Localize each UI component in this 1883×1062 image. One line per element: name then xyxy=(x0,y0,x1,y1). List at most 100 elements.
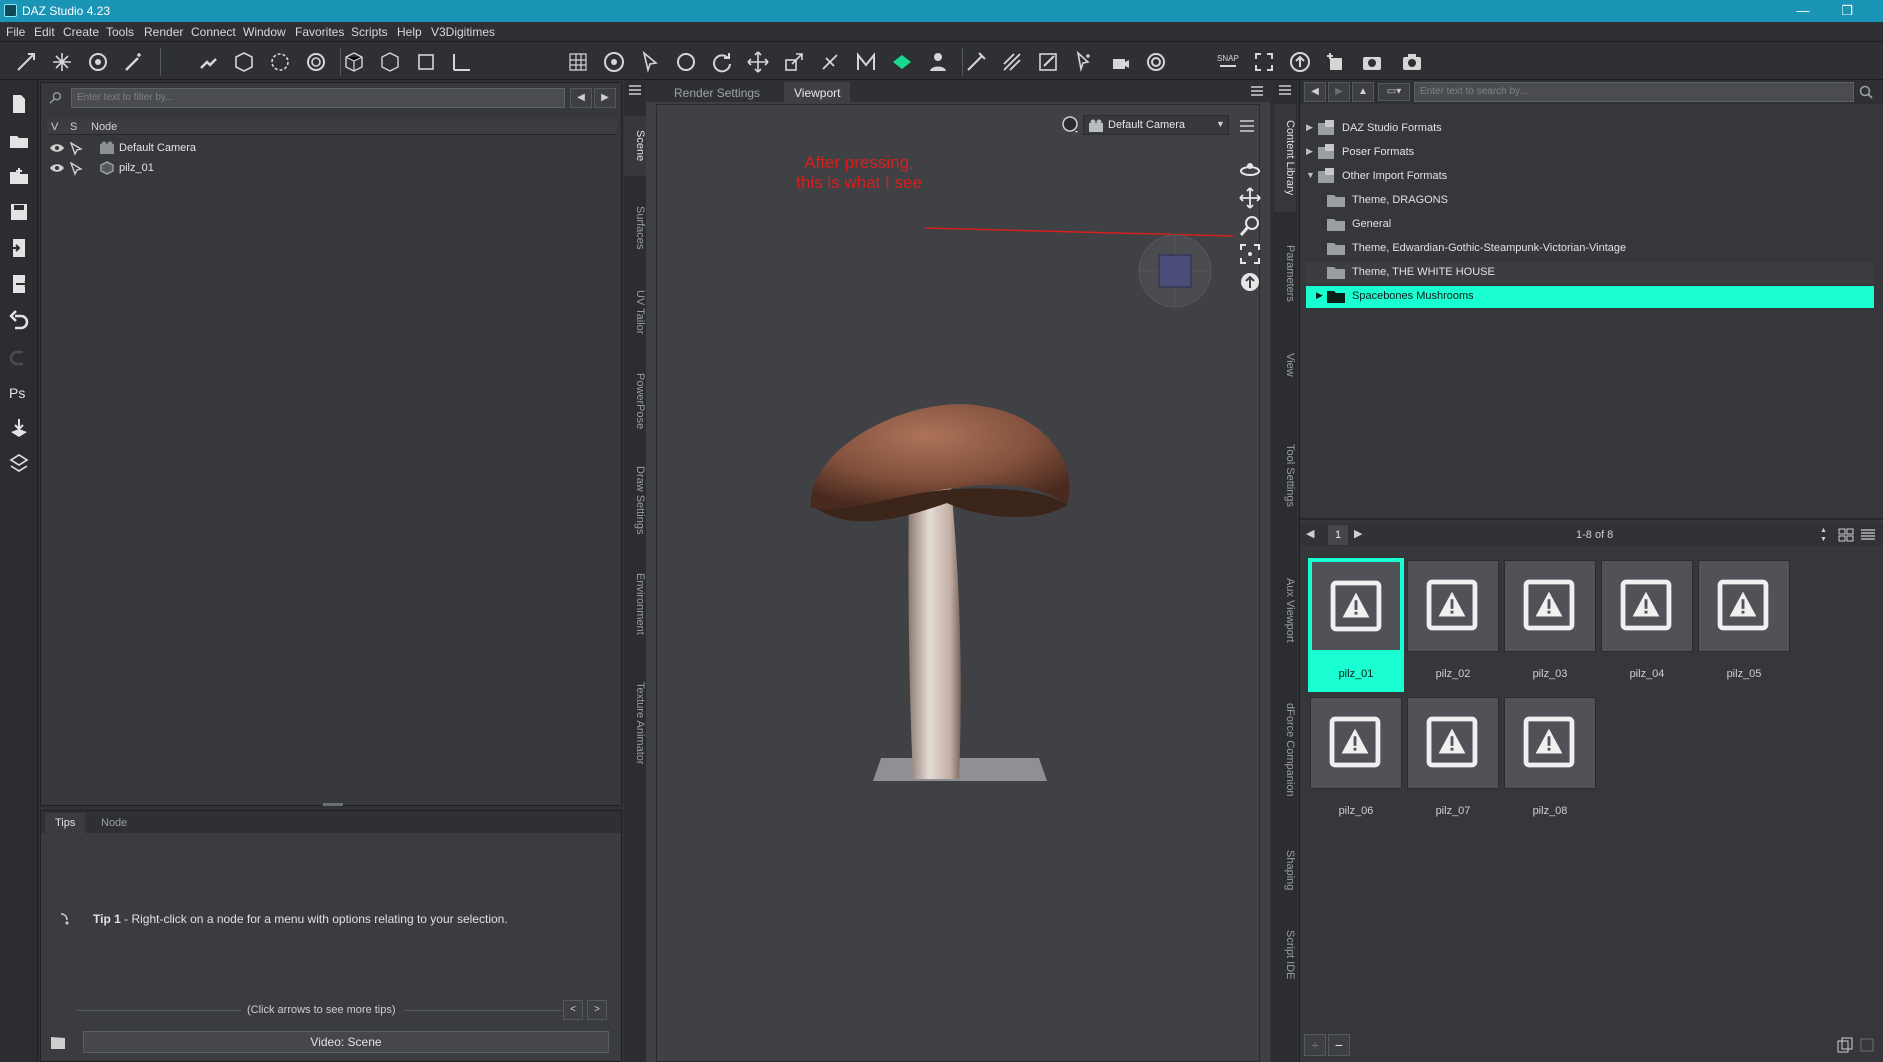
column-node[interactable]: Node xyxy=(91,121,117,133)
save-icon[interactable] xyxy=(7,200,31,224)
column-v[interactable]: V xyxy=(51,121,58,133)
vtab-view[interactable]: View xyxy=(1274,330,1296,400)
vtab-aux-viewport[interactable]: Aux Viewport xyxy=(1274,550,1296,670)
zoom-stepper[interactable]: ▲ ▼ xyxy=(1820,526,1830,544)
expand-arrow-icon[interactable]: ▶ xyxy=(1306,146,1313,157)
thumbnail[interactable] xyxy=(1504,560,1596,652)
orbit-camera-icon[interactable] xyxy=(1239,159,1261,181)
universal-tool-icon[interactable] xyxy=(602,50,626,74)
content-item[interactable]: pilz_02 xyxy=(1405,558,1501,692)
library-up-button[interactable]: ▲ xyxy=(1352,82,1374,102)
splitter[interactable] xyxy=(1300,518,1883,520)
brush-icon[interactable] xyxy=(964,50,988,74)
active-tool-icon[interactable] xyxy=(890,50,914,74)
scene-row-pilz01[interactable]: pilz_01 xyxy=(47,159,617,179)
rotate-icon[interactable] xyxy=(710,50,734,74)
pane-menu-icon[interactable] xyxy=(1278,84,1292,96)
scene-forward-button[interactable]: ▶ xyxy=(594,88,616,108)
target-tool-icon[interactable] xyxy=(304,50,328,74)
scene-filter-input[interactable]: Enter text to filter by... xyxy=(71,88,565,108)
scale-icon[interactable] xyxy=(782,50,806,74)
render-icon[interactable] xyxy=(1360,50,1384,74)
menu-window[interactable]: Window xyxy=(243,25,286,39)
content-item[interactable]: pilz_06 xyxy=(1308,695,1404,829)
library-forward-button[interactable]: ▶ xyxy=(1328,82,1350,102)
page-prev-icon[interactable]: ◀ xyxy=(1306,527,1314,540)
tab-tips[interactable]: Tips xyxy=(45,813,86,833)
thumbnail[interactable] xyxy=(1407,697,1499,789)
hatch-icon[interactable] xyxy=(1000,50,1024,74)
folder-view-dropdown[interactable]: ▭▾ xyxy=(1378,83,1410,101)
column-s[interactable]: S xyxy=(70,121,77,133)
tree-item-spacebones-mushrooms[interactable]: ▶ Spacebones Mushrooms xyxy=(1306,286,1874,308)
vtab-powerpose[interactable]: PowerPose xyxy=(624,356,646,446)
expand-arrow-icon[interactable]: ▶ xyxy=(1306,122,1313,133)
menu-file[interactable]: File xyxy=(6,25,25,39)
scene-back-button[interactable]: ◀ xyxy=(570,88,592,108)
reset-camera-icon[interactable] xyxy=(1239,271,1261,293)
pose-tool-icon[interactable] xyxy=(196,50,220,74)
selectable-arrow-icon[interactable] xyxy=(69,141,83,156)
undo-icon[interactable] xyxy=(7,308,31,332)
mushroom-model[interactable] xyxy=(797,385,1117,805)
content-item[interactable]: pilz_03 xyxy=(1502,558,1598,692)
open-file-icon[interactable] xyxy=(7,128,31,152)
icon-view-icon[interactable] xyxy=(1838,528,1854,542)
menu-edit[interactable]: Edit xyxy=(34,25,55,39)
view-cube[interactable] xyxy=(1137,233,1213,309)
content-item[interactable]: pilz_07 xyxy=(1405,695,1501,829)
redo-icon[interactable] xyxy=(7,344,31,368)
vtab-parameters[interactable]: Parameters xyxy=(1274,228,1296,318)
library-search-input[interactable]: Enter text to search by... xyxy=(1414,82,1854,102)
menu-tools[interactable]: Tools xyxy=(106,25,134,39)
download-icon[interactable] xyxy=(7,416,31,440)
import-icon[interactable] xyxy=(7,236,31,260)
vtab-draw-settings[interactable]: Draw Settings xyxy=(624,450,646,550)
video-scene-button[interactable]: Video: Scene xyxy=(83,1031,609,1053)
thumbnail[interactable] xyxy=(1310,697,1402,789)
frame-camera-icon[interactable] xyxy=(1239,243,1261,265)
pan-camera-icon[interactable] xyxy=(1239,187,1261,209)
up-arrow-icon[interactable] xyxy=(1288,50,1312,74)
menu-connect[interactable]: Connect xyxy=(191,25,236,39)
viewport-menu-icon[interactable] xyxy=(1250,85,1264,97)
tree-item-theme-dragons[interactable]: Theme, DRAGONS xyxy=(1306,190,1874,212)
figure-icon[interactable] xyxy=(926,50,950,74)
camera-icon[interactable] xyxy=(1400,50,1424,74)
tip-next-button[interactable]: > xyxy=(587,1000,607,1020)
surface-edit-icon[interactable] xyxy=(1036,50,1060,74)
merge-file-icon[interactable] xyxy=(7,164,31,188)
library-back-button[interactable]: ◀ xyxy=(1304,82,1326,102)
3d-viewport[interactable]: Default Camera ▼ After pressing, this is… xyxy=(656,104,1261,1062)
expand-arrow-icon[interactable]: ▶ xyxy=(1316,290,1323,301)
vtab-scene[interactable]: Scene xyxy=(624,116,646,176)
select-region-icon[interactable] xyxy=(1072,50,1096,74)
collapse-arrow-icon[interactable]: ▼ xyxy=(1306,170,1315,180)
visibility-eye-icon[interactable] xyxy=(49,142,65,154)
new-file-icon[interactable] xyxy=(7,92,31,116)
transform-cube-icon[interactable] xyxy=(414,50,438,74)
content-item[interactable]: pilz_01 xyxy=(1308,558,1404,692)
grid-icon[interactable] xyxy=(566,50,590,74)
translate-icon[interactable] xyxy=(746,50,770,74)
menu-create[interactable]: Create xyxy=(63,25,99,39)
scene-row-default-camera[interactable]: Default Camera xyxy=(47,139,617,159)
pointer-icon[interactable] xyxy=(638,50,662,74)
rotate-tool-icon[interactable] xyxy=(86,50,110,74)
thumbnail[interactable] xyxy=(1310,560,1402,652)
thumbnail[interactable] xyxy=(1601,560,1693,652)
selectable-arrow-icon[interactable] xyxy=(69,161,83,176)
content-item[interactable]: pilz_05 xyxy=(1696,558,1792,692)
node-label[interactable]: Default Camera xyxy=(119,142,196,154)
content-item[interactable]: pilz_08 xyxy=(1502,695,1598,829)
vtab-content-library[interactable]: Content Library xyxy=(1274,104,1296,212)
page-number[interactable]: 1 xyxy=(1328,525,1348,545)
menu-favorites[interactable]: Favorites xyxy=(295,25,344,39)
tab-node[interactable]: Node xyxy=(91,813,137,833)
vtab-shaping[interactable]: Shaping xyxy=(1274,830,1296,910)
thumbnail[interactable] xyxy=(1698,560,1790,652)
tree-item-other-import-formats[interactable]: ▼ Other Import Formats xyxy=(1306,166,1874,188)
vtab-environment[interactable]: Environment xyxy=(624,554,646,654)
page-next-icon[interactable]: ▶ xyxy=(1354,527,1362,540)
tree-item-daz-studio-formats[interactable]: ▶ DAZ Studio Formats xyxy=(1306,118,1874,140)
